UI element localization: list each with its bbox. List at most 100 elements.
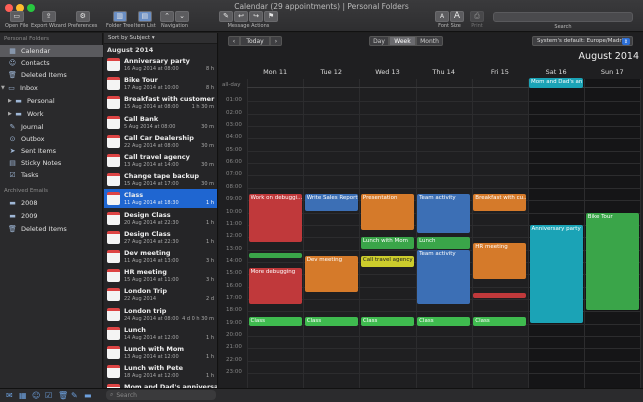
font-smaller-button[interactable]: A	[435, 11, 449, 22]
today-button[interactable]: Today	[240, 36, 270, 46]
calendar-event[interactable]: Breakfast with cu...	[473, 193, 527, 212]
calendar-event[interactable]: Call travel agency	[360, 255, 415, 268]
day-header[interactable]: Sun 17	[584, 68, 640, 76]
appointment-row[interactable]: Call Bank 5 Aug 2014 at 08:00 30 m	[104, 113, 217, 132]
navigation-button[interactable]: ⌃ ⌄ Navigation	[160, 11, 189, 29]
day-header[interactable]: Thu 14	[416, 68, 472, 76]
message-actions-group[interactable]: ✎ ↩ ↪ ⚑ Message Actions	[219, 11, 278, 29]
item-list-button[interactable]: ▤ Item List	[134, 11, 156, 29]
calendar-event[interactable]: Work on debuggi...	[248, 193, 302, 243]
appointment-row[interactable]: Class 11 Aug 2014 at 18:30 1 h	[104, 189, 217, 209]
appointment-row[interactable]: Mom and Dad's anniversary16 Aug 2014	[104, 381, 217, 388]
sort-by-subject-button[interactable]: Sort by Subject ▾	[104, 33, 217, 44]
appointment-row[interactable]: Call Car Dealership 22 Aug 2014 at 08:00 3…	[104, 132, 217, 151]
calendar-event[interactable]: Class	[248, 317, 302, 326]
sidebar-item-inbox[interactable]: ▼ ▭ Inbox	[0, 82, 103, 94]
mail-icon[interactable]: ✉	[6, 391, 13, 400]
sidebar-item-sent-items[interactable]: ➤ Sent Items	[0, 145, 103, 157]
calendar-event[interactable]: Bike Tour	[585, 212, 639, 311]
calendar-event[interactable]: Anniversary party	[529, 224, 583, 323]
font-larger-button[interactable]: A	[450, 11, 464, 22]
calendar-event[interactable]: More debugging	[248, 268, 302, 305]
calendar-event[interactable]	[473, 292, 527, 298]
open-file-button[interactable]: ▭ Open File	[5, 11, 28, 29]
day-header[interactable]: Tue 12	[303, 68, 359, 76]
hour-label: 20:00	[226, 332, 242, 338]
sidebar-item-sticky-notes[interactable]: ▤ Sticky Notes	[0, 157, 103, 169]
reply-icon[interactable]: ↩	[234, 11, 248, 22]
appointment-row[interactable]: Lunch 14 Aug 2014 at 12:00 1 h	[104, 324, 217, 343]
day-header[interactable]: Wed 13	[359, 68, 415, 76]
calendar-event[interactable]: Class	[360, 317, 415, 326]
appointment-row[interactable]: Change tape backup 15 Aug 2014 at 17:00 30…	[104, 170, 217, 189]
calendar-event[interactable]: Write Sales Report	[304, 193, 358, 212]
notes-icon[interactable]: ✎	[71, 391, 78, 400]
chevron-down-icon[interactable]: ⌄	[175, 11, 189, 22]
appointment-row[interactable]: Lunch with Pete 18 Aug 2014 at 12:00 1 h	[104, 362, 217, 381]
sidebar-item-journal[interactable]: ✎ Journal	[0, 121, 103, 133]
preferences-button[interactable]: ⚙ Preferences	[68, 11, 97, 29]
appointment-row[interactable]: Dev meeting 11 Aug 2014 at 13:00 3 h	[104, 247, 217, 266]
appointment-row[interactable]: HR meeting 15 Aug 2014 at 11:00 3 h	[104, 266, 217, 285]
calendar-event[interactable]: Class	[473, 317, 527, 326]
trash-icon[interactable]: 🗑	[58, 391, 68, 400]
view-day-button[interactable]: Day	[369, 36, 389, 46]
forward-icon[interactable]: ↪	[249, 11, 263, 22]
calendar-event[interactable]: Team activity	[417, 193, 471, 234]
day-header[interactable]: Sat 16	[528, 68, 584, 76]
sidebar-item-archive-deleted[interactable]: 🗑 Deleted Items	[0, 223, 103, 235]
view-month-button[interactable]: Month	[416, 36, 443, 46]
tasks-icon[interactable]: ☑	[45, 391, 52, 400]
bottom-toolbar	[0, 388, 643, 402]
sidebar-item-archive-2008[interactable]: ▬ 2008	[0, 197, 103, 209]
appointment-row[interactable]: London Trip 22 Aug 2014 2 d	[104, 285, 217, 304]
appointment-row[interactable]: Breakfast with customer 15 Aug 2014 at 08…	[104, 93, 217, 112]
chevron-up-icon[interactable]: ⌃	[160, 11, 174, 22]
sidebar-item-work[interactable]: ▶ ▬ Work	[0, 108, 103, 120]
appointment-row[interactable]: Design Class 27 Aug 2014 at 22:30 1 h	[104, 228, 217, 247]
all-day-event[interactable]: Mom and Dad's an...	[529, 78, 584, 88]
calendar-event[interactable]	[248, 252, 302, 258]
sidebar-item-archive-2009[interactable]: ▬ 2009	[0, 210, 103, 222]
sidebar-item-calendar[interactable]: ▦ Calendar	[0, 45, 103, 57]
appointment-row[interactable]: Anniversary party 16 Aug 2014 at 08:00 8 h	[104, 55, 217, 74]
prev-week-button[interactable]: ‹	[228, 36, 240, 46]
appointment-title: Lunch with Mom	[124, 345, 185, 353]
calendar-icon[interactable]: ▦	[19, 391, 27, 400]
appointment-row[interactable]: Lunch with Mom 13 Aug 2014 at 12:00 1 h	[104, 343, 217, 362]
export-wizard-button[interactable]: ⇪ Export Wizard	[31, 11, 66, 29]
appointment-row[interactable]: Call travel agency 13 Aug 2014 at 14:00 30…	[104, 151, 217, 170]
calendar-event[interactable]: Dev meeting	[304, 255, 358, 292]
list-search-input[interactable]: ⌕ Search	[106, 390, 216, 400]
print-button[interactable]: ⎙ Print	[470, 11, 484, 29]
calendar-event[interactable]: Team activity	[417, 249, 471, 305]
font-size-group[interactable]: A A Font Size	[435, 11, 464, 29]
timezone-select[interactable]: System's default: Europe/Madrid ⇕	[532, 36, 633, 46]
sidebar-item-outbox[interactable]: ⊙ Outbox	[0, 133, 103, 145]
next-week-button[interactable]: ›	[270, 36, 282, 46]
sidebar-item-contacts[interactable]: ☺ Contacts	[0, 57, 103, 69]
sidebar-item-personal[interactable]: ▶ ▬ Personal	[0, 95, 103, 107]
sidebar-item-tasks[interactable]: ☑ Tasks	[0, 169, 103, 181]
folder-tree-button[interactable]: ▥ Folder Tree	[106, 11, 133, 29]
contacts-icon[interactable]: ☺	[32, 391, 40, 400]
appointment-row[interactable]: London trip 24 Aug 2014 at 08:00 4 d 0 h 3…	[104, 305, 217, 324]
day-header[interactable]: Fri 15	[472, 68, 528, 76]
flag-icon[interactable]: ⚑	[264, 11, 278, 22]
calendar-event[interactable]: Class	[304, 317, 358, 326]
calendar-event[interactable]: Presentation	[360, 193, 415, 231]
folder-icon[interactable]: ▬	[84, 391, 92, 400]
day-header[interactable]: Mon 11	[247, 68, 303, 76]
calendar-event[interactable]: Class	[417, 317, 471, 326]
appointment-row[interactable]: Design Class 20 Aug 2014 at 22:30 1 h	[104, 209, 217, 228]
calendar-event[interactable]: Lunch	[417, 237, 471, 249]
toolbar-search-input[interactable]	[493, 12, 633, 22]
appointment-title: Design Class	[124, 229, 171, 238]
view-week-button[interactable]: Week	[389, 36, 416, 46]
sidebar-item-deleted-items[interactable]: 🗑 Deleted Items	[0, 69, 103, 81]
appointment-duration: 30 m	[201, 181, 214, 188]
appointment-row[interactable]: Bike Tour 17 Aug 2014 at 10:00 8 h	[104, 74, 217, 93]
compose-icon[interactable]: ✎	[219, 11, 233, 22]
calendar-event[interactable]: HR meeting	[473, 243, 527, 280]
calendar-event[interactable]: Lunch with Mom	[360, 237, 415, 249]
